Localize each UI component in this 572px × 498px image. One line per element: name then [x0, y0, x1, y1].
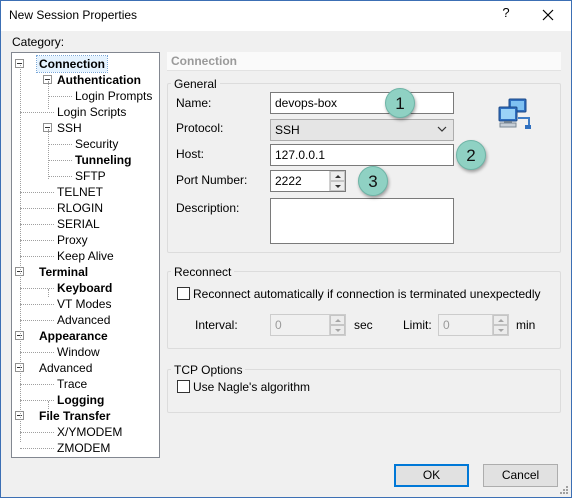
close-button[interactable] [533, 2, 563, 28]
tree-item[interactable]: Advanced [39, 360, 92, 376]
host-input[interactable]: 127.0.0.1 [270, 144, 454, 166]
tree-item[interactable]: TELNET [57, 184, 103, 200]
network-computers-icon [498, 98, 531, 129]
tree-item[interactable]: Login Scripts [57, 104, 126, 120]
nagle-checkbox[interactable] [177, 380, 190, 393]
general-group-label: General [171, 77, 220, 91]
tree-connector [48, 96, 72, 97]
tree-connector [48, 81, 49, 109]
tree-item[interactable]: Appearance [39, 328, 108, 344]
tree-connector [20, 384, 54, 385]
tree-item[interactable]: Logging [57, 392, 104, 408]
tree-item[interactable]: Tunneling [75, 152, 131, 168]
tree-item[interactable]: Window [57, 344, 100, 360]
tree-item[interactable]: Trace [57, 376, 87, 392]
help-button[interactable]: ? [491, 5, 521, 25]
tree-connector [20, 240, 54, 241]
tree-connector [20, 224, 54, 225]
tcp-options-group-label: TCP Options [171, 363, 246, 377]
tree-item[interactable]: SFTP [75, 168, 106, 184]
limit-spinner[interactable] [492, 315, 508, 335]
interval-spin-down[interactable] [330, 325, 345, 335]
tree-connector [20, 352, 54, 353]
tree-item[interactable]: RLOGIN [57, 200, 103, 216]
limit-spin-down[interactable] [493, 325, 508, 335]
title-bar: New Session Properties ? [1, 1, 571, 31]
tree-item[interactable]: X/YMODEM [57, 424, 122, 440]
resize-grip-icon[interactable] [559, 485, 569, 495]
name-input[interactable]: devops-box [270, 92, 454, 114]
reconnect-checkbox[interactable] [177, 287, 190, 300]
port-spin-up[interactable] [330, 171, 345, 181]
tree-item[interactable]: ZMODEM [57, 440, 110, 456]
interval-label: Interval: [195, 318, 238, 332]
tree-item[interactable]: SERIAL [57, 216, 100, 232]
tree-connector [20, 192, 54, 193]
protocol-select[interactable]: SSH [270, 119, 454, 141]
interval-unit: sec [354, 318, 373, 332]
tree-item[interactable]: Security [75, 136, 118, 152]
tree-connector [20, 320, 54, 321]
ok-button[interactable]: OK [394, 464, 469, 487]
interval-spinner[interactable] [329, 315, 345, 335]
interval-spin-up[interactable] [330, 315, 345, 325]
port-value: 2222 [275, 174, 302, 188]
tree-item[interactable]: Keyboard [57, 280, 112, 296]
port-label: Port Number: [176, 173, 248, 187]
tree-connector [48, 401, 49, 409]
tree-item[interactable]: Advanced [57, 312, 110, 328]
chevron-down-icon [437, 126, 447, 132]
tree-connector [20, 208, 54, 209]
tree-connector [48, 176, 72, 177]
description-input[interactable] [270, 198, 454, 244]
tree-connector [20, 65, 21, 442]
protocol-label: Protocol: [176, 121, 224, 135]
annotation-badge-1: 1 [385, 88, 415, 118]
tree-connector [48, 129, 49, 179]
tree-item[interactable]: Terminal [39, 264, 88, 280]
category-tree[interactable]: Connection Authentication Login Prompts Log… [11, 52, 160, 458]
nagle-checkbox-label[interactable]: Use Nagle's algorithm [193, 380, 310, 394]
name-label: Name: [176, 96, 212, 110]
tree-connector [48, 289, 49, 297]
description-label: Description: [176, 201, 240, 215]
dialog-window: New Session Properties ? Category: Conne… [0, 0, 572, 498]
tree-connector [20, 432, 54, 433]
tree-connector [20, 112, 54, 113]
close-icon [542, 9, 554, 21]
tree-item[interactable]: Connection [36, 55, 108, 73]
tree-connector [20, 304, 54, 305]
tree-item[interactable]: SSH [57, 120, 82, 136]
port-spinner[interactable] [329, 171, 345, 191]
section-header: Connection [167, 52, 561, 71]
interval-value: 0 [275, 318, 282, 332]
tree-connector [20, 256, 54, 257]
window-title: New Session Properties [9, 8, 138, 22]
port-spin-down[interactable] [330, 181, 345, 191]
category-label: Category: [12, 35, 65, 49]
limit-label: Limit: [403, 318, 432, 332]
annotation-badge-3: 3 [358, 166, 388, 196]
limit-spin-up[interactable] [493, 315, 508, 325]
limit-unit: min [516, 318, 536, 332]
tree-connector [48, 144, 72, 145]
tree-connector [20, 448, 54, 449]
tree-item[interactable]: Authentication [57, 72, 141, 88]
tree-item[interactable]: Keep Alive [57, 248, 114, 264]
reconnect-group-label: Reconnect [171, 265, 235, 279]
reconnect-group [167, 271, 561, 349]
host-label: Host: [176, 147, 205, 161]
tree-item[interactable]: VT Modes [57, 296, 111, 312]
tree-item[interactable]: File Transfer [39, 408, 110, 424]
limit-value: 0 [443, 318, 450, 332]
annotation-badge-2: 2 [456, 140, 486, 170]
cancel-button[interactable]: Cancel [483, 464, 558, 487]
reconnect-checkbox-label[interactable]: Reconnect automatically if connection is… [193, 287, 541, 301]
tree-item[interactable]: Login Prompts [75, 88, 152, 104]
tree-connector [48, 160, 72, 161]
protocol-value: SSH [275, 123, 300, 137]
tree-item[interactable]: Proxy [57, 232, 88, 248]
